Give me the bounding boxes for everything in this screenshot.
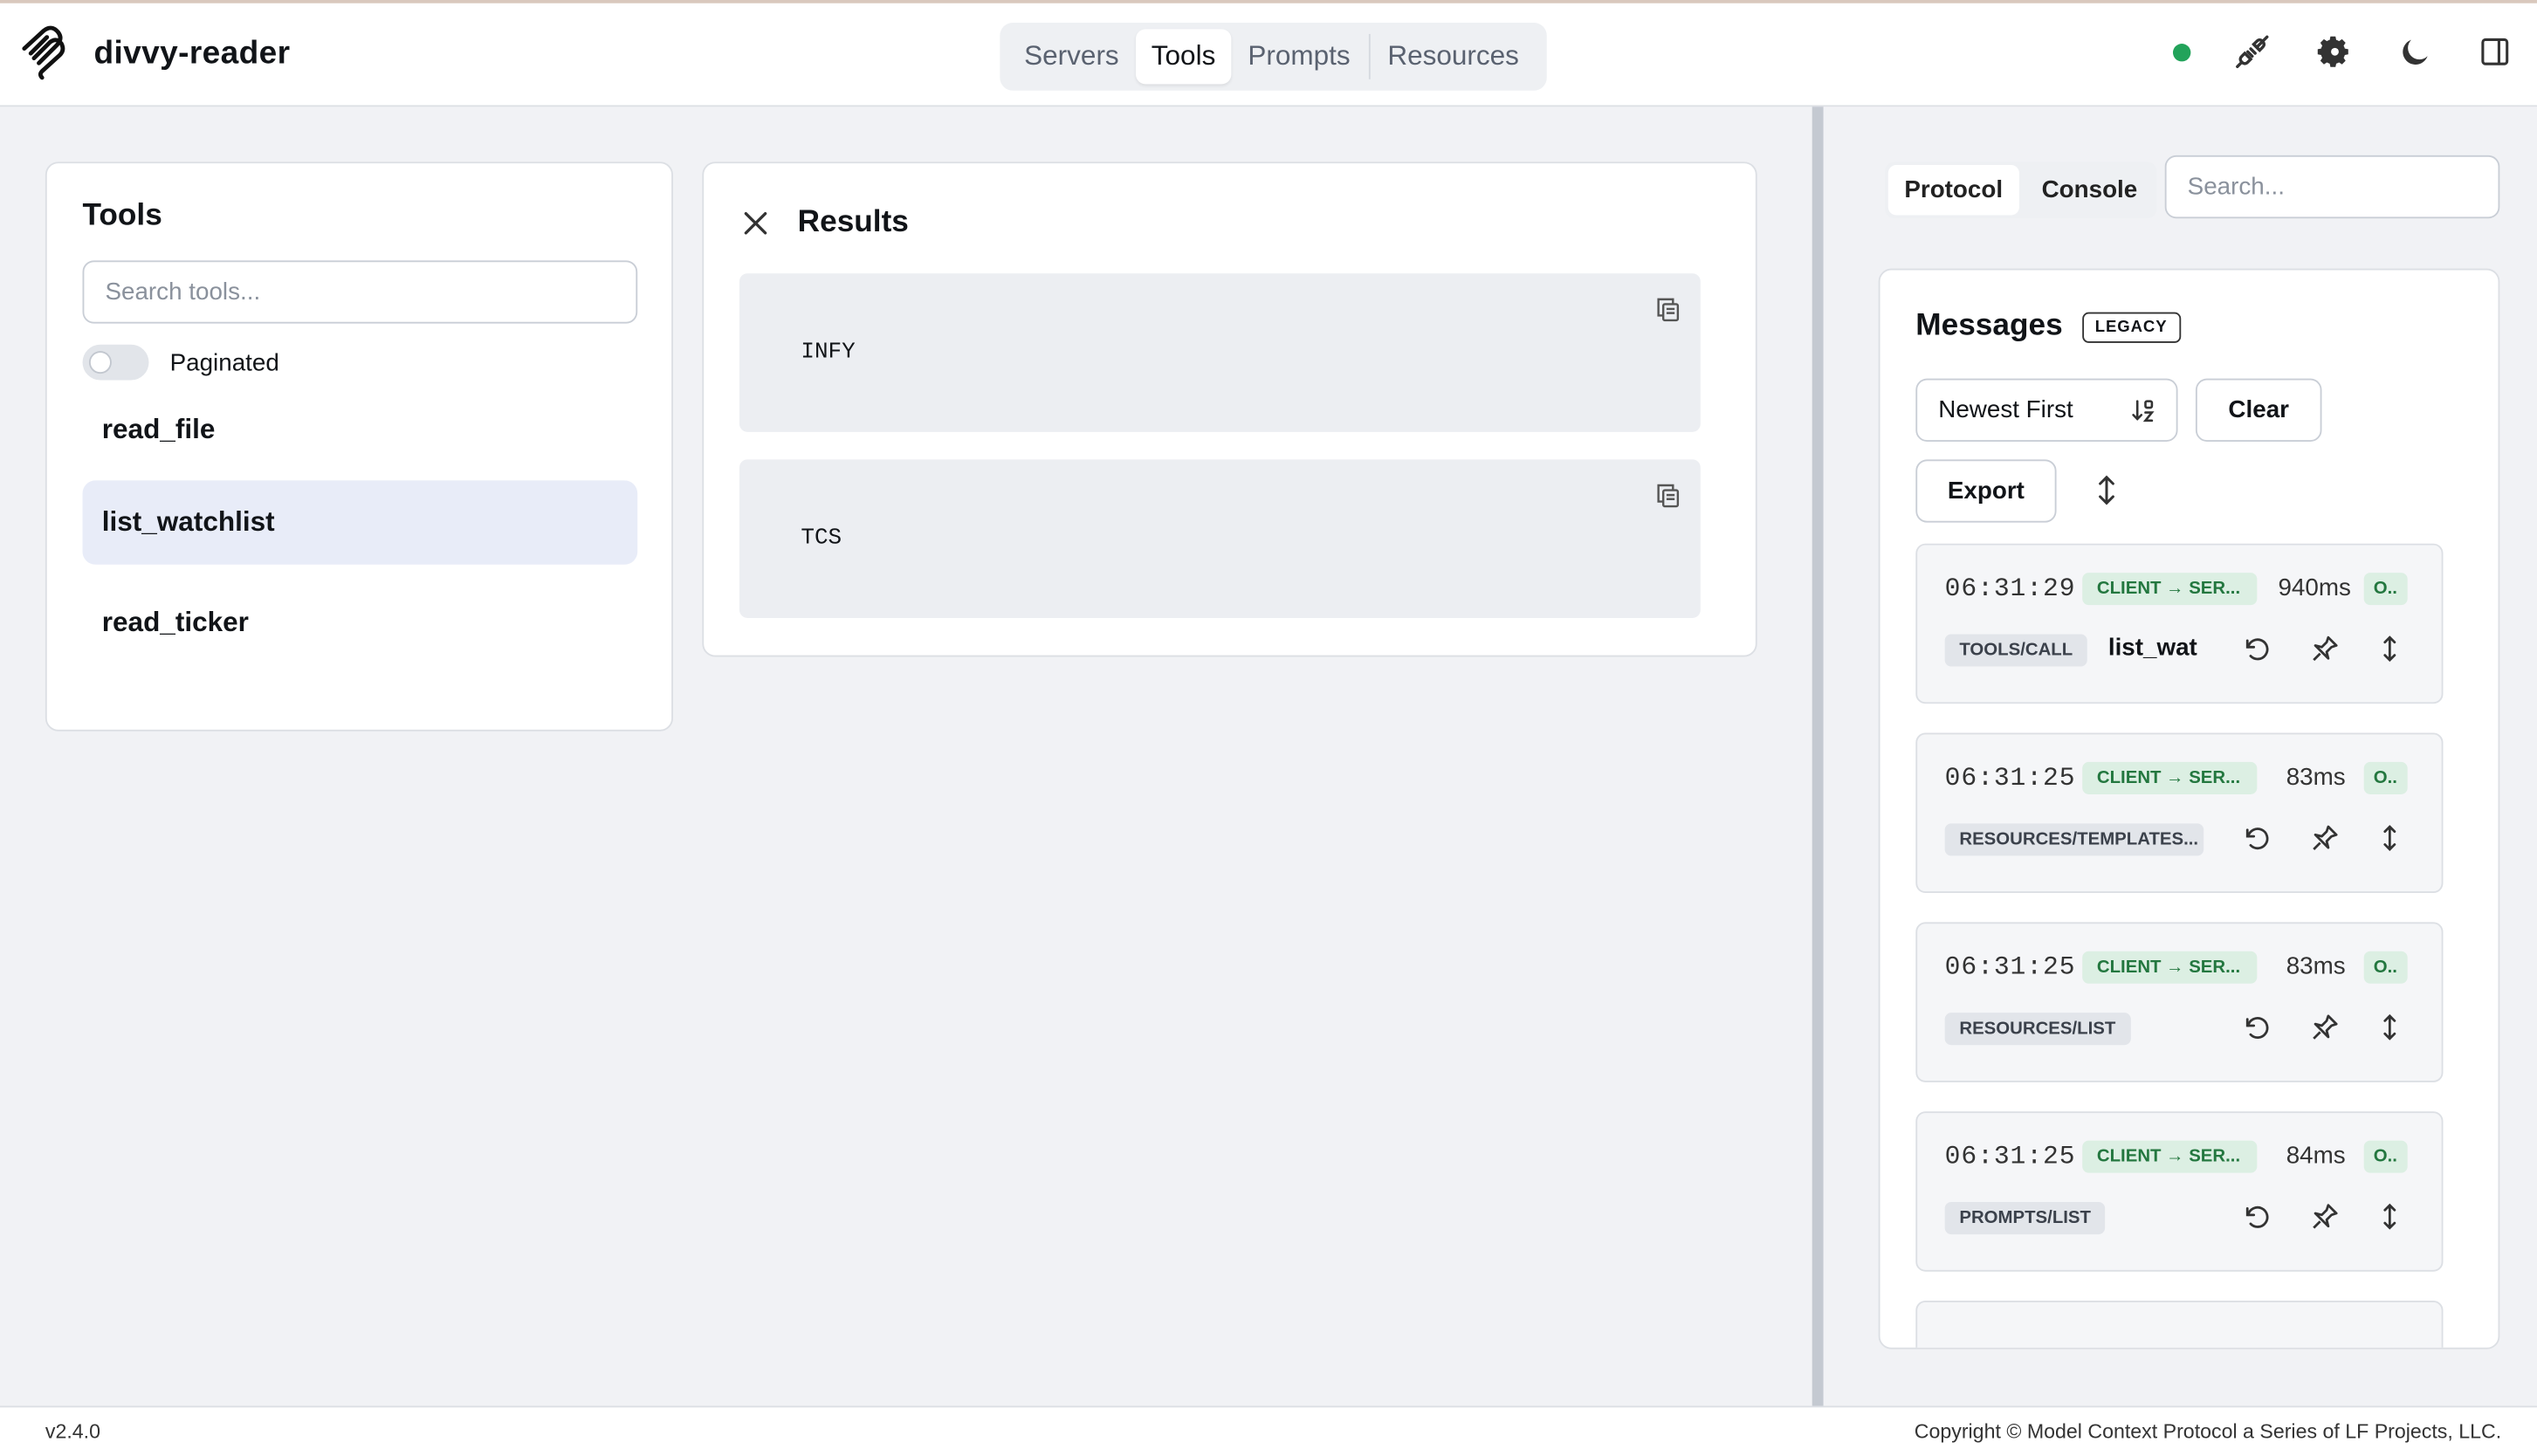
result-text: TCS bbox=[801, 525, 842, 552]
paginated-label: Paginated bbox=[169, 348, 279, 376]
method-badge: TOOLS/CALL bbox=[1944, 634, 2087, 667]
tab-protocol[interactable]: Protocol bbox=[1887, 165, 2019, 216]
result-item: TCS bbox=[739, 459, 1701, 618]
footer: v2.4.0 Copyright © Model Context Protoco… bbox=[0, 1405, 2537, 1456]
message-entry-partial[interactable] bbox=[1915, 1301, 2444, 1348]
message-time: 06:31:25 bbox=[1944, 952, 2076, 982]
pin-icon[interactable] bbox=[2311, 823, 2340, 852]
history-tabs: Protocol Console bbox=[1885, 161, 2157, 219]
panel-resize-handle[interactable] bbox=[1812, 106, 1824, 1408]
version-label: v2.4.0 bbox=[45, 1420, 101, 1444]
sort-order-value: Newest First bbox=[1938, 396, 2073, 424]
brand: divvy-reader bbox=[19, 25, 291, 81]
mcp-logo-icon bbox=[22, 25, 65, 80]
plug-icon[interactable] bbox=[2233, 32, 2272, 71]
pin-icon[interactable] bbox=[2311, 634, 2340, 663]
result-item: INFY bbox=[739, 273, 1701, 432]
header-actions bbox=[2172, 32, 2514, 71]
export-button[interactable]: Export bbox=[1915, 459, 2057, 523]
result-text: INFY bbox=[801, 340, 856, 366]
messages-card: Messages LEGACY Newest First Clear Expor… bbox=[1878, 268, 2500, 1350]
messages-title: Messages bbox=[1915, 308, 2063, 343]
status-badge: O.. bbox=[2363, 573, 2408, 606]
message-time: 06:31:29 bbox=[1944, 573, 2076, 604]
messages-header: Messages LEGACY bbox=[1915, 308, 2181, 345]
direction-badge: CLIENT → SER... bbox=[2082, 1140, 2258, 1173]
message-entry[interactable]: 06:31:25 CLIENT → SER... 83ms O.. RESOUR… bbox=[1915, 922, 2444, 1082]
message-entry[interactable]: 06:31:25 CLIENT → SER... 83ms O.. RESOUR… bbox=[1915, 732, 2444, 894]
paginated-toggle[interactable] bbox=[82, 344, 149, 381]
history-panel: Protocol Console Messages LEGACY Newest … bbox=[1823, 106, 2537, 1408]
tools-panel: Tools Paginated read_file list_watchlist… bbox=[45, 161, 673, 731]
method-badge: RESOURCES/LIST bbox=[1944, 1013, 2131, 1046]
tab-console[interactable]: Console bbox=[2025, 165, 2154, 215]
legacy-badge: LEGACY bbox=[2081, 311, 2181, 342]
nav-divider bbox=[1368, 33, 1370, 79]
results-panel: Results INFY TCS bbox=[702, 161, 1757, 657]
panel-toggle-icon[interactable] bbox=[2476, 32, 2514, 71]
tab-resources[interactable]: Resources bbox=[1372, 29, 1536, 84]
message-duration: 940ms bbox=[2278, 573, 2351, 602]
app-name: divvy-reader bbox=[93, 34, 291, 71]
status-badge: O.. bbox=[2363, 951, 2408, 984]
tools-title: Tools bbox=[82, 198, 162, 233]
message-entry[interactable]: 06:31:25 CLIENT → SER... 84ms O.. PROMPT… bbox=[1915, 1111, 2444, 1272]
expand-all-icon[interactable] bbox=[2090, 474, 2122, 506]
message-duration: 84ms bbox=[2286, 1142, 2346, 1170]
sort-desc-icon bbox=[2132, 399, 2155, 422]
toggle-knob bbox=[88, 351, 112, 374]
tool-item-read-file[interactable]: read_file bbox=[83, 396, 638, 464]
status-badge: O.. bbox=[2363, 761, 2408, 794]
tool-item-read-ticker[interactable]: read_ticker bbox=[83, 580, 638, 664]
replay-icon[interactable] bbox=[2243, 823, 2272, 852]
clear-button[interactable]: Clear bbox=[2195, 378, 2322, 442]
tab-servers[interactable]: Servers bbox=[1008, 29, 1136, 84]
sort-order-select[interactable]: Newest First bbox=[1915, 378, 2178, 442]
expand-icon[interactable] bbox=[2375, 823, 2404, 852]
replay-icon[interactable] bbox=[2243, 1202, 2272, 1231]
replay-icon[interactable] bbox=[2243, 1013, 2272, 1041]
replay-icon[interactable] bbox=[2243, 634, 2272, 663]
history-search-input[interactable] bbox=[2164, 155, 2500, 219]
results-title: Results bbox=[797, 205, 909, 240]
message-duration: 83ms bbox=[2286, 763, 2346, 792]
search-tools-input[interactable] bbox=[82, 260, 638, 324]
moon-icon[interactable] bbox=[2395, 32, 2433, 71]
close-icon[interactable] bbox=[739, 207, 772, 239]
copy-icon[interactable] bbox=[1655, 296, 1681, 322]
tool-item-list-watchlist[interactable]: list_watchlist bbox=[82, 480, 638, 565]
message-tool-name: list_wat bbox=[2107, 634, 2197, 662]
expand-icon[interactable] bbox=[2375, 1013, 2404, 1041]
copy-icon[interactable] bbox=[1655, 482, 1681, 508]
pin-icon[interactable] bbox=[2311, 1202, 2340, 1231]
tab-tools[interactable]: Tools bbox=[1135, 29, 1232, 85]
direction-badge: CLIENT → SER... bbox=[2082, 761, 2258, 794]
message-entry[interactable]: 06:31:29 CLIENT → SER... 940ms O.. TOOLS… bbox=[1915, 543, 2444, 704]
message-time: 06:31:25 bbox=[1944, 763, 2076, 793]
expand-icon[interactable] bbox=[2375, 1202, 2404, 1231]
tab-prompts[interactable]: Prompts bbox=[1232, 29, 1366, 84]
message-duration: 83ms bbox=[2286, 952, 2346, 981]
pin-icon[interactable] bbox=[2311, 1013, 2340, 1041]
gear-icon[interactable] bbox=[2314, 32, 2352, 71]
method-badge: RESOURCES/TEMPLATES... bbox=[1944, 823, 2204, 856]
top-header: divvy-reader Servers Tools Prompts Resou… bbox=[0, 0, 2537, 107]
method-badge: PROMPTS/LIST bbox=[1944, 1202, 2106, 1235]
copyright-text: Copyright © Model Context Protocol a Ser… bbox=[1914, 1420, 2502, 1444]
direction-badge: CLIENT → SER... bbox=[2082, 573, 2258, 606]
status-badge: O.. bbox=[2363, 1140, 2408, 1173]
paginated-toggle-row: Paginated bbox=[82, 344, 636, 381]
app-root: divvy-reader Servers Tools Prompts Resou… bbox=[0, 0, 2537, 1456]
connection-status-dot bbox=[2172, 43, 2191, 61]
message-time: 06:31:25 bbox=[1944, 1142, 2076, 1171]
direction-badge: CLIENT → SER... bbox=[2082, 951, 2258, 984]
expand-icon[interactable] bbox=[2375, 634, 2404, 663]
results-header: Results bbox=[739, 205, 1720, 241]
main-nav-tabs: Servers Tools Prompts Resources bbox=[1000, 22, 1547, 91]
